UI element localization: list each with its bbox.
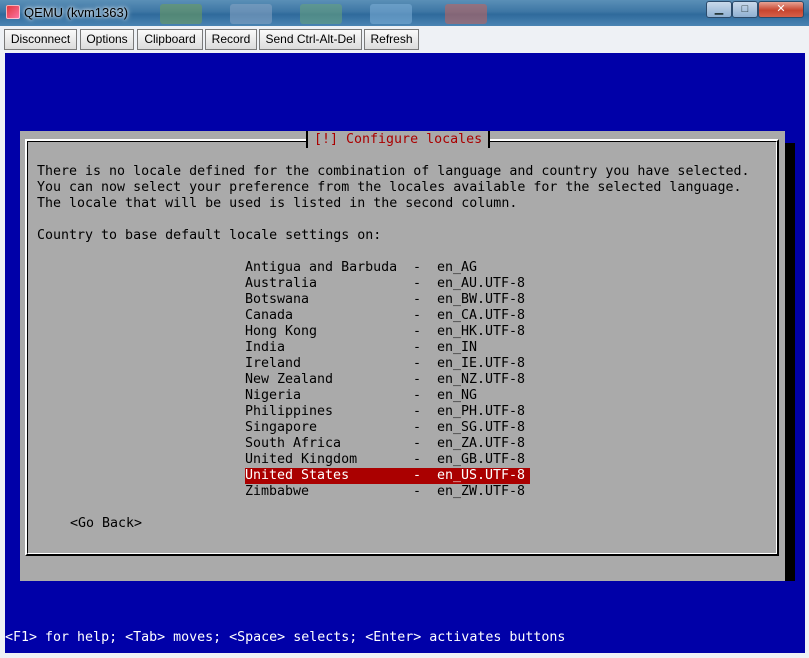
taskbar-thumbnails xyxy=(160,2,520,24)
locale-separator: - xyxy=(413,388,422,403)
configure-locales-dialog: [!] Configure locales There is no locale… xyxy=(20,131,785,581)
locale-separator: - xyxy=(413,260,422,275)
refresh-button[interactable]: Refresh xyxy=(364,29,419,50)
locale-option[interactable]: Zimbabwe - en_ZW.UTF-8 xyxy=(245,484,530,500)
locale-code: en_SG.UTF-8 xyxy=(437,420,526,435)
locale-option[interactable]: Australia - en_AU.UTF-8 xyxy=(245,276,530,292)
disconnect-button[interactable]: Disconnect xyxy=(4,29,77,50)
locale-code: en_AG xyxy=(437,260,478,275)
locale-country: Ireland xyxy=(245,356,302,371)
locale-code: en_US.UTF-8 xyxy=(437,468,526,483)
qemu-window: QEMU (kvm1363) ▁ □ ✕ Disconnect Options … xyxy=(0,0,809,658)
thumbnail-1 xyxy=(160,4,202,24)
locale-country: Zimbabwe xyxy=(245,484,310,499)
thumbnail-3 xyxy=(300,4,342,24)
thumbnail-4 xyxy=(370,4,412,24)
locale-separator: - xyxy=(413,452,422,467)
dialog-title: [!] Configure locales xyxy=(306,131,491,148)
locale-country: United Kingdom xyxy=(245,452,358,467)
locale-code: en_BW.UTF-8 xyxy=(437,292,526,307)
send-ctrl-alt-del-button[interactable]: Send Ctrl-Alt-Del xyxy=(259,29,362,50)
title-bar[interactable]: QEMU (kvm1363) ▁ □ ✕ xyxy=(0,0,809,26)
dialog-prompt: Country to base default locale settings … xyxy=(37,228,382,243)
locale-option[interactable]: Botswana - en_BW.UTF-8 xyxy=(245,292,530,308)
options-button[interactable]: Options xyxy=(80,29,134,50)
locale-country: Singapore xyxy=(245,420,318,435)
locale-country: Australia xyxy=(245,276,318,291)
locale-option[interactable]: India - en_IN xyxy=(245,340,530,356)
locale-country: Canada xyxy=(245,308,294,323)
locale-code: en_CA.UTF-8 xyxy=(437,308,526,323)
locale-code: en_AU.UTF-8 xyxy=(437,276,526,291)
locale-option[interactable]: Hong Kong - en_HK.UTF-8 xyxy=(245,324,530,340)
locale-code: en_PH.UTF-8 xyxy=(437,404,526,419)
locale-country: Hong Kong xyxy=(245,324,318,339)
locale-option[interactable]: United States - en_US.UTF-8 xyxy=(245,468,530,484)
toolbar: Disconnect Options Clipboard Record Send… xyxy=(0,26,809,52)
locale-option[interactable]: New Zealand - en_NZ.UTF-8 xyxy=(245,372,530,388)
locale-code: en_IN xyxy=(437,340,478,355)
locale-country: Antigua and Barbuda xyxy=(245,260,398,275)
go-back-button[interactable]: <Go Back> xyxy=(70,516,142,532)
minimize-button[interactable]: ▁ xyxy=(706,1,732,18)
maximize-button[interactable]: □ xyxy=(732,1,758,18)
qemu-app-icon xyxy=(6,5,20,19)
locale-code: en_HK.UTF-8 xyxy=(437,324,526,339)
locale-country: New Zealand xyxy=(245,372,334,387)
thumbnail-2 xyxy=(230,4,272,24)
locale-option[interactable]: South Africa - en_ZA.UTF-8 xyxy=(245,436,530,452)
locale-separator: - xyxy=(413,372,422,387)
locale-separator: - xyxy=(413,468,422,483)
locale-option[interactable]: Nigeria - en_NG xyxy=(245,388,530,404)
locale-country: Nigeria xyxy=(245,388,302,403)
locale-country: India xyxy=(245,340,286,355)
locale-code: en_NG xyxy=(437,388,478,403)
locale-separator: - xyxy=(413,436,422,451)
locale-separator: - xyxy=(413,324,422,339)
locale-country: United States xyxy=(245,468,350,483)
locale-option[interactable]: Antigua and Barbuda - en_AG xyxy=(245,260,530,276)
locale-separator: - xyxy=(413,356,422,371)
locale-separator: - xyxy=(413,404,422,419)
locale-separator: - xyxy=(413,340,422,355)
locale-option[interactable]: Ireland - en_IE.UTF-8 xyxy=(245,356,530,372)
clipboard-button[interactable]: Clipboard xyxy=(137,29,203,50)
locale-separator: - xyxy=(413,484,422,499)
locale-country: Philippines xyxy=(245,404,334,419)
locale-country: Botswana xyxy=(245,292,310,307)
locale-code: en_ZA.UTF-8 xyxy=(437,436,526,451)
locale-list: Antigua and Barbuda - en_AG Australia - en_AU… xyxy=(245,260,530,500)
locale-option[interactable]: Philippines - en_PH.UTF-8 xyxy=(245,404,530,420)
thumbnail-5 xyxy=(445,4,487,24)
locale-separator: - xyxy=(413,420,422,435)
record-button[interactable]: Record xyxy=(205,29,257,50)
dialog-intro-text: There is no locale defined for the combi… xyxy=(37,164,750,211)
locale-option[interactable]: Singapore - en_SG.UTF-8 xyxy=(245,420,530,436)
help-status-line: <F1> for help; <Tab> moves; <Space> sele… xyxy=(5,630,566,645)
locale-separator: - xyxy=(413,308,422,323)
locale-country: South Africa xyxy=(245,436,342,451)
window-title: QEMU (kvm1363) xyxy=(24,5,129,20)
locale-option[interactable]: United Kingdom - en_GB.UTF-8 xyxy=(245,452,530,468)
locale-separator: - xyxy=(413,292,422,307)
locale-code: en_NZ.UTF-8 xyxy=(437,372,526,387)
locale-separator: - xyxy=(413,276,422,291)
close-button[interactable]: ✕ xyxy=(758,1,804,18)
locale-code: en_ZW.UTF-8 xyxy=(437,484,526,499)
vm-console-screen[interactable]: [!] Configure locales There is no locale… xyxy=(5,53,805,653)
locale-code: en_IE.UTF-8 xyxy=(437,356,526,371)
locale-option[interactable]: Canada - en_CA.UTF-8 xyxy=(245,308,530,324)
locale-code: en_GB.UTF-8 xyxy=(437,452,526,467)
